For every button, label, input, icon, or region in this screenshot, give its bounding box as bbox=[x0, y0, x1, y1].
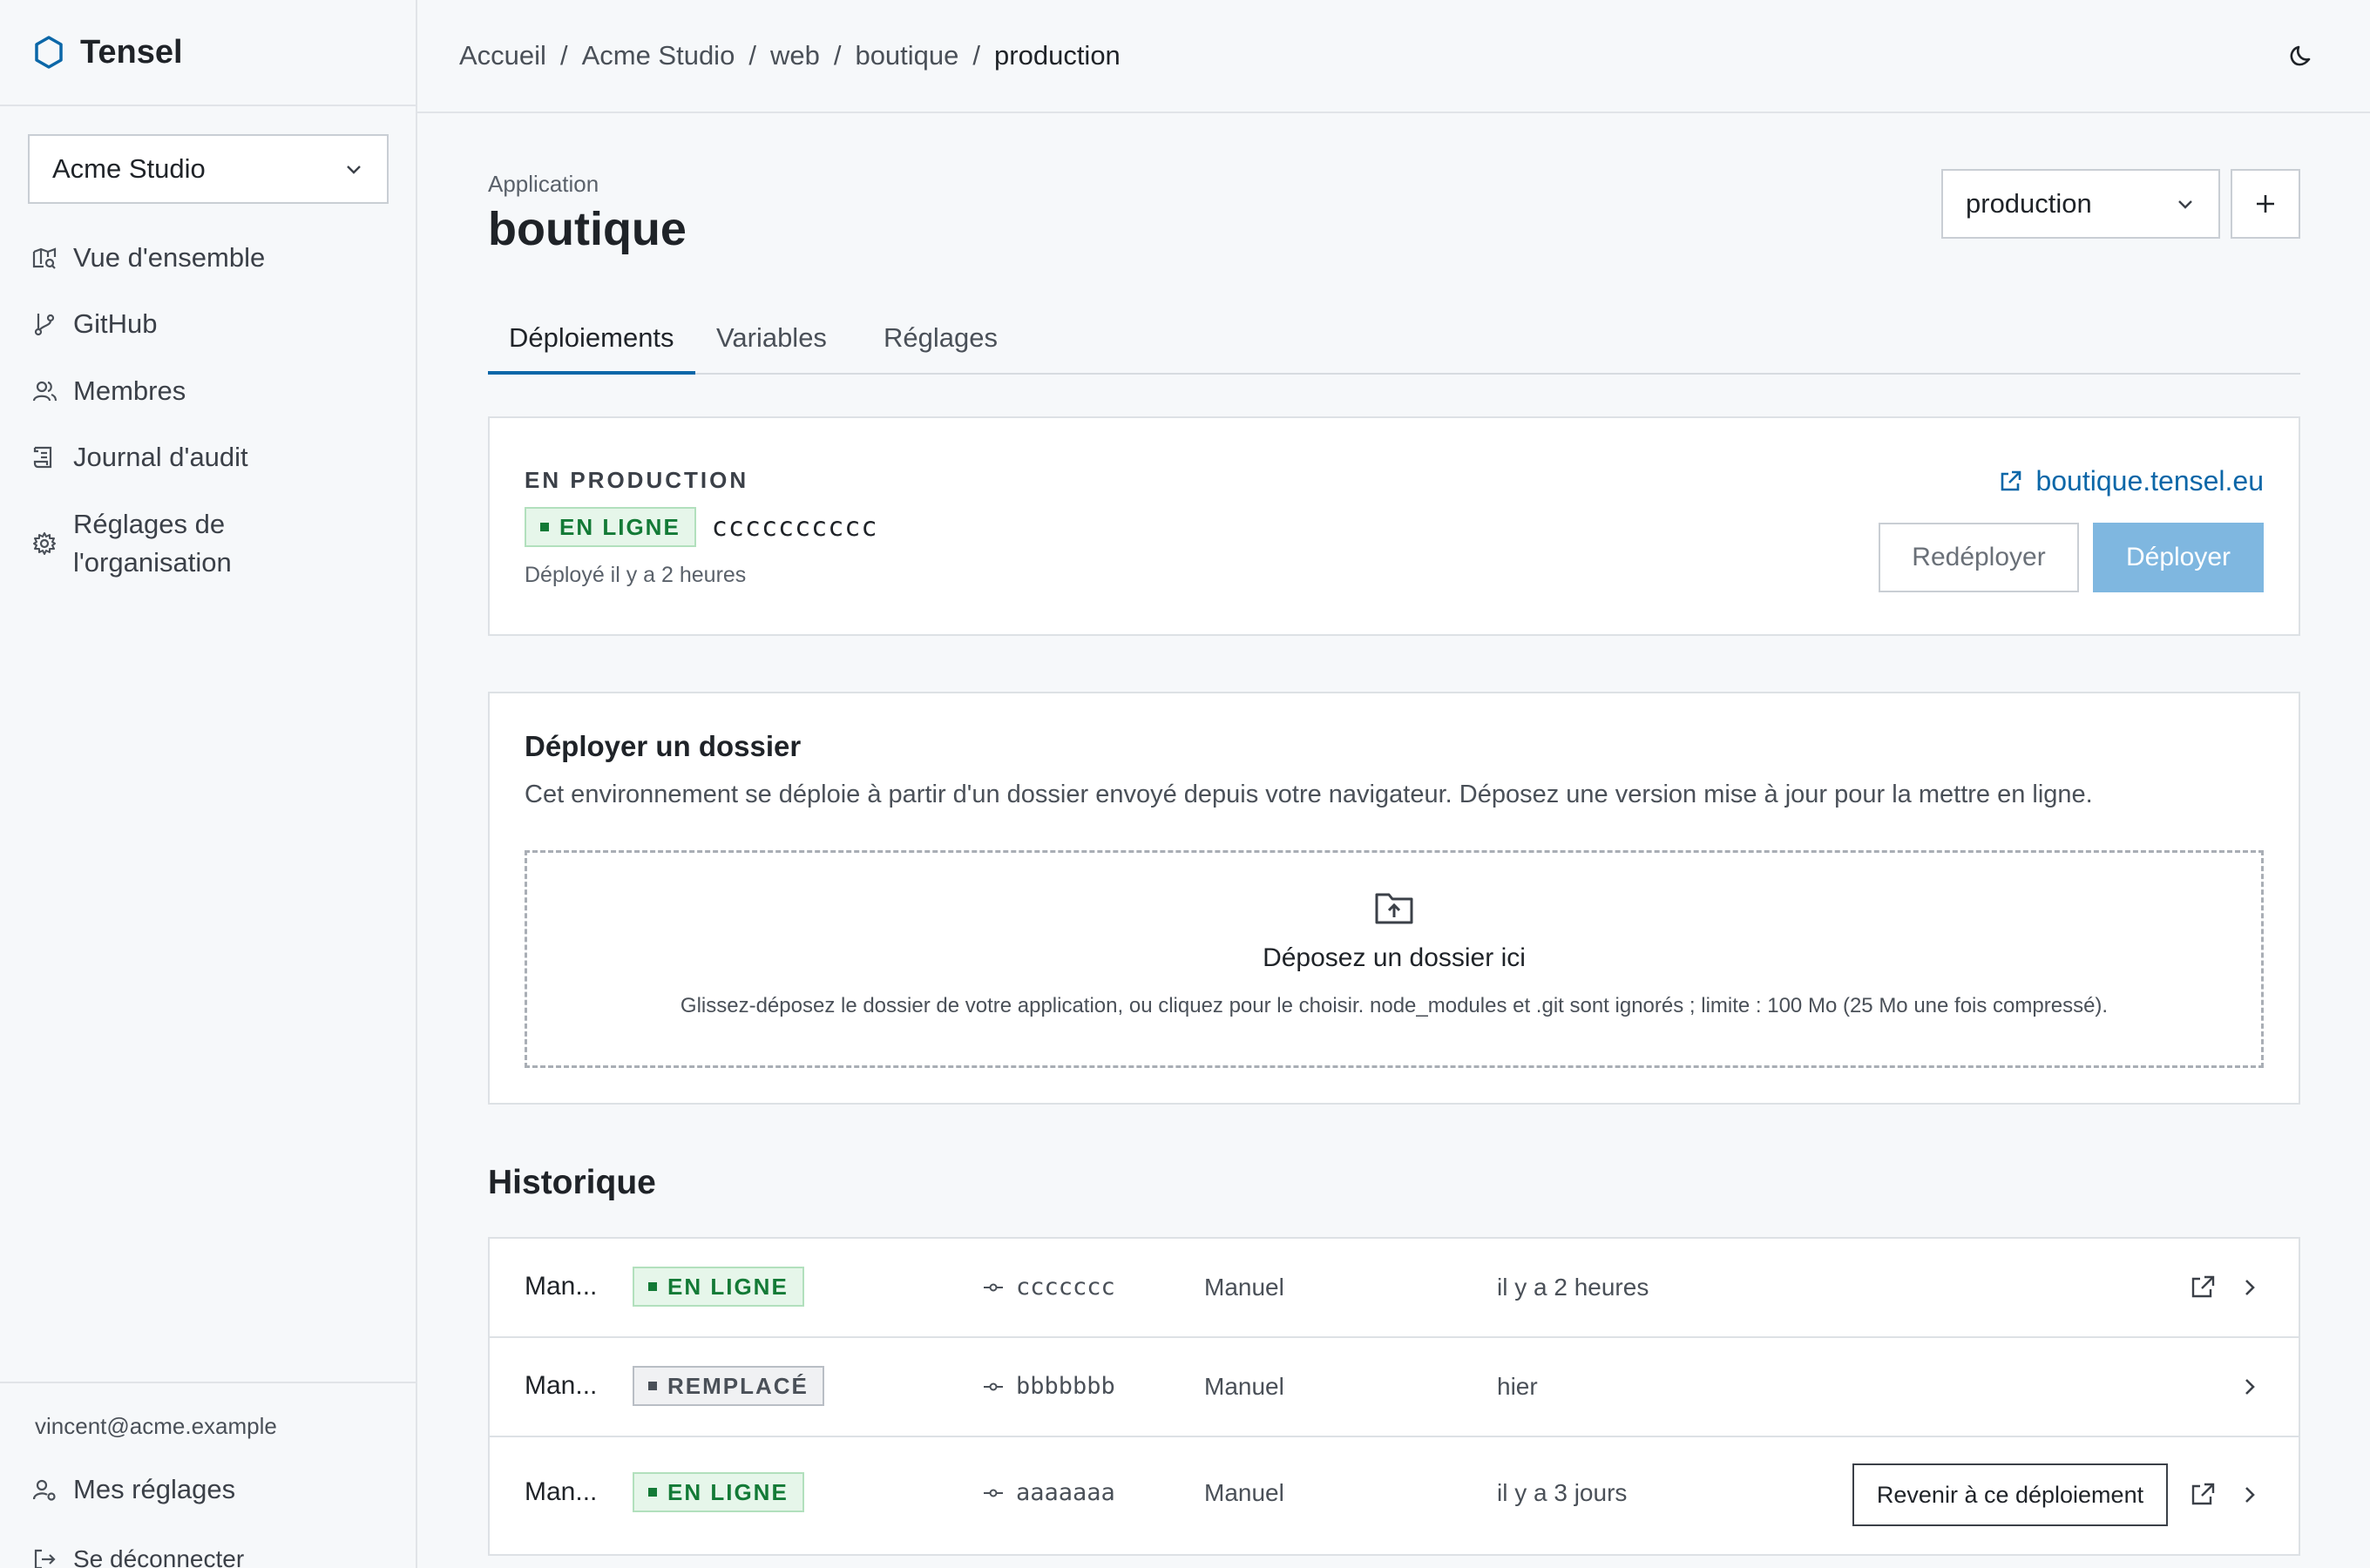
breadcrumb-org[interactable]: Acme Studio bbox=[582, 40, 735, 71]
page-eyebrow: Application bbox=[488, 171, 599, 197]
deployment-source: Manuel bbox=[1204, 1373, 1284, 1400]
production-url-link[interactable]: boutique.tensel.eu bbox=[1997, 465, 2264, 497]
deployment-time: il y a 3 jours bbox=[1497, 1479, 1628, 1506]
gear-icon bbox=[31, 505, 59, 582]
audit-log-icon bbox=[31, 438, 59, 476]
deployment-time: il y a 2 heures bbox=[1497, 1274, 1649, 1301]
topbar: Accueil / Acme Studio / web / boutique /… bbox=[417, 0, 2370, 113]
chevron-right-icon[interactable] bbox=[2238, 1479, 2262, 1511]
user-email: vincent@acme.example bbox=[35, 1413, 277, 1439]
chevron-right-icon[interactable] bbox=[2238, 1371, 2262, 1402]
commit-hash: bbbbbbb bbox=[1016, 1373, 1115, 1400]
sidebar-item-github[interactable]: GitHub bbox=[31, 305, 157, 343]
sidebar: Tensel Acme Studio Vue d'ensemble GitHub… bbox=[0, 0, 417, 1568]
deployment-name: Man... bbox=[525, 1477, 598, 1506]
tab-bar: Déploiements Variables Réglages bbox=[488, 314, 2300, 375]
history-row[interactable]: Man... REMPLACÉ bbbbbbb Manuel hier bbox=[490, 1338, 2299, 1437]
dropzone-hint: Glissez-déposez le dossier de votre appl… bbox=[680, 994, 2109, 1017]
deployment-name: Man... bbox=[525, 1272, 598, 1301]
commit-icon bbox=[983, 1381, 1016, 1393]
git-branch-icon bbox=[31, 305, 59, 343]
deployed-time: Déployé il y a 2 heures bbox=[525, 563, 747, 587]
sidebar-item-overview[interactable]: Vue d'ensemble bbox=[31, 239, 265, 277]
plus-icon bbox=[2253, 192, 2278, 216]
commit-icon bbox=[983, 1487, 1016, 1499]
commit-hash: ccccccc bbox=[1016, 1274, 1115, 1301]
redeploy-button[interactable]: Redéployer bbox=[1879, 523, 2079, 592]
external-link-icon bbox=[1997, 469, 2035, 495]
add-environment-button[interactable] bbox=[2231, 169, 2300, 239]
external-link-icon[interactable] bbox=[2187, 1479, 2218, 1511]
sidebar-item-label: Mes réglages bbox=[73, 1474, 236, 1504]
chevron-down-icon bbox=[2175, 193, 2196, 214]
deployment-source: Manuel bbox=[1204, 1479, 1284, 1506]
commit-hash: cccccccccc bbox=[711, 511, 878, 543]
sidebar-item-audit-log[interactable]: Journal d'audit bbox=[31, 438, 248, 476]
sidebar-item-label: Réglages de bbox=[73, 509, 226, 539]
sidebar-item-members[interactable]: Membres bbox=[31, 372, 186, 410]
org-selector-value: Acme Studio bbox=[52, 153, 206, 184]
sidebar-item-logout[interactable]: Se déconnecter bbox=[31, 1540, 244, 1568]
logout-icon bbox=[31, 1540, 59, 1568]
history-list: Man... EN LIGNE ccccccc Manuel il y a 2 … bbox=[488, 1237, 2300, 1556]
status-badge: EN LIGNE bbox=[633, 1472, 804, 1512]
folder-deploy-description: Cet environnement se déploie à partir d'… bbox=[525, 781, 2093, 808]
sidebar-item-label: Membres bbox=[73, 375, 186, 406]
folder-dropzone[interactable]: Déposez un dossier ici Glissez-déposez l… bbox=[525, 850, 2264, 1068]
members-icon bbox=[31, 372, 59, 410]
hexagon-logo-icon bbox=[33, 35, 64, 70]
breadcrumb-environment: production bbox=[994, 40, 1121, 71]
breadcrumb-home[interactable]: Accueil bbox=[459, 40, 546, 71]
tab-settings[interactable]: Réglages bbox=[863, 314, 1019, 375]
moon-icon[interactable] bbox=[2286, 40, 2318, 71]
folder-upload-icon bbox=[1373, 889, 1415, 926]
breadcrumb: Accueil / Acme Studio / web / boutique /… bbox=[459, 40, 1121, 71]
dropzone-title: Déposez un dossier ici bbox=[1263, 943, 1526, 972]
commit-hash: aaaaaaa bbox=[1016, 1479, 1115, 1506]
deployment-name: Man... bbox=[525, 1371, 598, 1400]
sidebar-item-label-line2: l'organisation bbox=[73, 547, 232, 578]
production-label: EN PRODUCTION bbox=[525, 467, 749, 493]
status-badge: EN LIGNE bbox=[525, 507, 696, 547]
folder-deploy-title: Déployer un dossier bbox=[525, 730, 802, 762]
tab-deployments[interactable]: Déploiements bbox=[488, 314, 695, 375]
sidebar-item-my-settings[interactable]: Mes réglages bbox=[31, 1470, 235, 1509]
breadcrumb-project[interactable]: web bbox=[770, 40, 820, 71]
breadcrumb-app[interactable]: boutique bbox=[855, 40, 958, 71]
history-title: Historique bbox=[488, 1164, 656, 1201]
brand-name: Tensel bbox=[80, 33, 183, 71]
history-row[interactable]: Man... EN LIGNE aaaaaaa Manuel il y a 3 … bbox=[490, 1437, 2299, 1554]
status-badge: EN LIGNE bbox=[633, 1267, 804, 1307]
sidebar-item-label: GitHub bbox=[73, 308, 158, 339]
page-title: boutique bbox=[488, 203, 687, 255]
overview-icon bbox=[31, 239, 59, 277]
status-badge: REMPLACÉ bbox=[633, 1366, 824, 1406]
org-selector[interactable]: Acme Studio bbox=[28, 134, 389, 204]
commit-icon bbox=[983, 1281, 1016, 1294]
deployment-source: Manuel bbox=[1204, 1274, 1284, 1301]
brand[interactable]: Tensel bbox=[0, 0, 416, 106]
production-card: EN PRODUCTION EN LIGNE cccccccccc Déploy… bbox=[488, 416, 2300, 636]
user-settings-icon bbox=[31, 1470, 59, 1509]
folder-deploy-card: Déployer un dossier Cet environnement se… bbox=[488, 692, 2300, 1105]
rollback-button[interactable]: Revenir à ce déploiement bbox=[1852, 1463, 2168, 1526]
external-link-icon[interactable] bbox=[2187, 1272, 2218, 1303]
sidebar-item-label: Journal d'audit bbox=[73, 442, 248, 472]
environment-selector[interactable]: production bbox=[1941, 169, 2220, 239]
sidebar-item-label: Se déconnecter bbox=[73, 1545, 245, 1568]
sidebar-item-org-settings[interactable]: Réglages de l'organisation bbox=[31, 505, 232, 582]
sidebar-item-label: Vue d'ensemble bbox=[73, 242, 266, 273]
chevron-right-icon[interactable] bbox=[2238, 1272, 2262, 1303]
chevron-down-icon bbox=[343, 159, 364, 179]
sidebar-divider bbox=[0, 1382, 416, 1383]
tab-variables[interactable]: Variables bbox=[695, 314, 848, 375]
history-row[interactable]: Man... EN LIGNE ccccccc Manuel il y a 2 … bbox=[490, 1239, 2299, 1338]
deployment-time: hier bbox=[1497, 1373, 1538, 1400]
deploy-button[interactable]: Déployer bbox=[2093, 523, 2264, 592]
environment-selector-value: production bbox=[1966, 188, 2092, 219]
